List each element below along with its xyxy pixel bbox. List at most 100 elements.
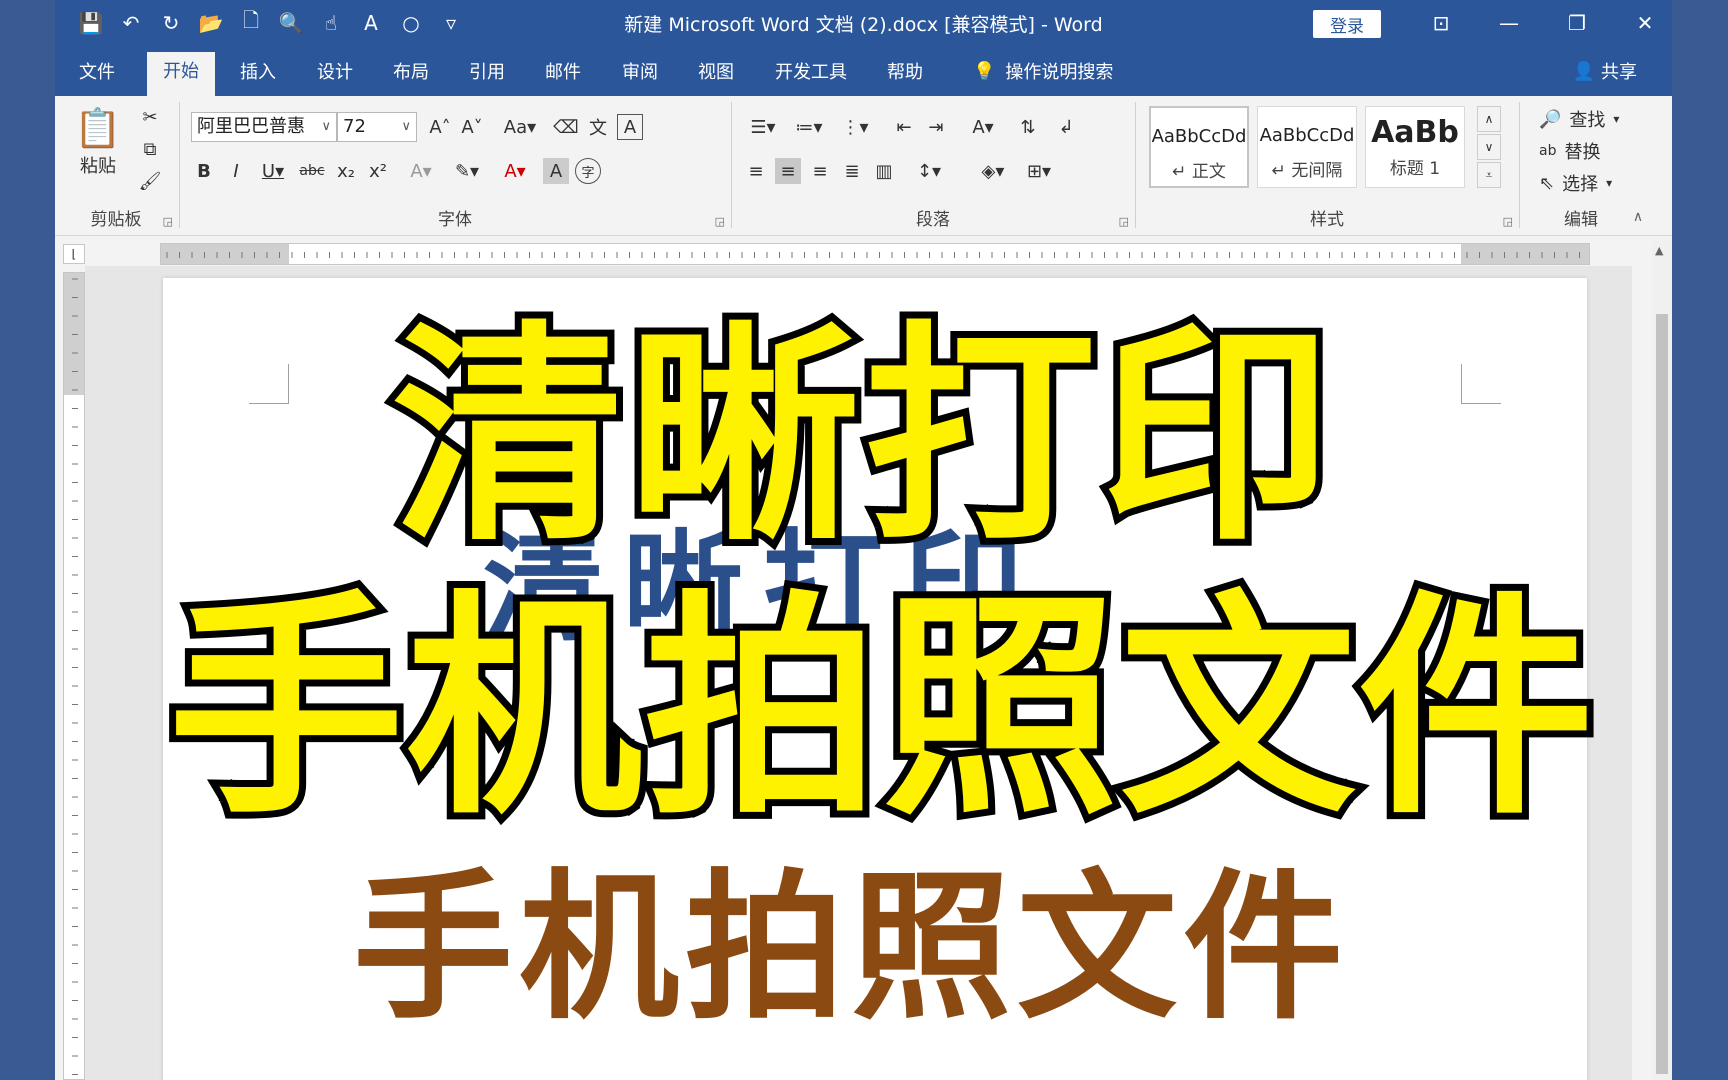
char-border-icon[interactable]: A [617,114,643,140]
editing-group-label: 编辑 [1564,210,1598,230]
clear-format-icon[interactable]: ⌫ [553,114,579,140]
styles-more-icon[interactable]: ⩡ [1477,162,1501,188]
distributed-icon[interactable]: ▥ [871,158,897,184]
font-name-combo[interactable]: 阿里巴巴普惠 ∨ [191,112,337,142]
title-bar: 💾 ↶ ↻ 📂 🗋 🔍 ☝ A ○ ▿ 新建 Microsoft Word 文档… [55,0,1672,48]
tell-me-label: 操作说明搜索 [1005,62,1114,83]
numbering-icon[interactable]: ≔▾ [789,114,829,140]
margin-corner-mark [1461,364,1501,404]
tab-references[interactable]: 引用 [469,58,505,92]
chevron-down-icon: ∨ [401,119,411,134]
sort-icon[interactable]: ⇅ [1015,114,1041,140]
share-button[interactable]: 👤 共享 [1573,58,1637,84]
enclose-char-icon[interactable]: 字 [575,158,601,184]
group-separator [731,102,732,228]
tab-mailings[interactable]: 邮件 [545,58,581,92]
bullets-icon[interactable]: ☰▾ [743,114,783,140]
font-group: 阿里巴巴普惠 ∨ 72 ∨ A˄ A˅ Aa▾ ⌫ 文 A B I U▾ abc… [181,96,729,234]
scroll-up-icon[interactable]: ▲ [1655,244,1663,257]
change-case-icon[interactable]: Aa▾ [499,114,541,140]
format-painter-icon[interactable]: 🖌 [137,168,163,194]
grow-font-icon[interactable]: A˄ [427,114,453,140]
line-spacing-icon[interactable]: ↕▾ [909,158,949,184]
style-normal[interactable]: AaBbCcDd ↵ 正文 [1149,106,1249,188]
font-group-label: 字体 [438,210,472,230]
find-button[interactable]: 🔎 查找 ▾ [1539,106,1619,132]
cut-icon[interactable]: ✂ [137,104,163,130]
dialog-launcher-icon[interactable]: ◲ [1119,215,1129,228]
paste-label[interactable]: 粘贴 [75,154,121,177]
vertical-scrollbar[interactable]: ▲ [1652,240,1672,1080]
ribbon-display-icon[interactable]: ⊡ [1424,8,1458,38]
dialog-launcher-icon[interactable]: ◲ [163,215,173,228]
tab-home[interactable]: 开始 [147,52,215,96]
multilevel-list-icon[interactable]: ⋮▾ [835,114,875,140]
tab-design[interactable]: 设计 [317,58,353,92]
increase-indent-icon[interactable]: ⇥ [923,114,949,140]
ribbon: 📋 粘贴 ✂ ⧉ 🖌 剪贴板 ◲ 阿里巴巴普惠 ∨ 72 ∨ A˄ A˅ Aa▾… [55,96,1672,236]
dialog-launcher-icon[interactable]: ◲ [715,215,725,228]
restore-icon[interactable]: ❐ [1560,8,1594,38]
tab-file[interactable]: 文件 [79,58,115,92]
paragraph-group: ☰▾ ≔▾ ⋮▾ ⇤ ⇥ A▾ ⇅ ↲ ≡ ≡ ≡ ≣ ▥ ↕▾ ◈▾ ⊞▾ 段… [733,96,1133,234]
font-color-icon[interactable]: A▾ [495,158,535,184]
minimize-icon[interactable]: — [1492,8,1526,38]
align-center-icon[interactable]: ≡ [775,158,801,184]
login-button[interactable]: 登录 [1313,10,1381,38]
style-name: ↵ 无间隔 [1271,161,1343,181]
char-shading-icon[interactable]: A [543,158,569,184]
vertical-ruler[interactable] [63,272,85,1080]
borders-icon[interactable]: ⊞▾ [1019,158,1059,184]
chinese-layout-icon[interactable]: A▾ [963,114,1003,140]
text-effects-icon[interactable]: A▾ [403,158,439,184]
tab-developer[interactable]: 开发工具 [775,58,847,92]
styles-up-icon[interactable]: ∧ [1477,106,1501,132]
paste-icon[interactable]: 📋 [73,104,123,152]
subscript-icon[interactable]: x₂ [333,158,359,184]
tab-selector-icon[interactable]: ⌊ [63,244,85,264]
dialog-launcher-icon[interactable]: ◲ [1503,215,1513,228]
styles-down-icon[interactable]: ∨ [1477,134,1501,160]
phonetic-guide-icon[interactable]: 文 [585,114,611,140]
superscript-icon[interactable]: x² [365,158,391,184]
find-label: 查找 [1569,110,1606,131]
strikethrough-icon[interactable]: abc [297,158,327,184]
bold-icon[interactable]: B [191,158,217,184]
chevron-down-icon: ▾ [1606,176,1613,190]
font-name-value: 阿里巴巴普惠 [197,116,305,137]
style-heading-1[interactable]: AaBb 标题 1 [1365,106,1465,188]
underline-icon[interactable]: U▾ [255,158,291,184]
styles-group-label: 样式 [1310,210,1344,230]
replace-label: 替换 [1564,142,1601,163]
style-sample: AaBb [1371,115,1459,150]
justify-icon[interactable]: ≣ [839,158,865,184]
italic-icon[interactable]: I [223,158,249,184]
select-button[interactable]: ⇖ 选择 ▾ [1539,170,1612,196]
search-icon: 🔎 [1539,108,1562,130]
copy-icon[interactable]: ⧉ [137,136,163,162]
tab-insert[interactable]: 插入 [240,58,276,92]
show-marks-icon[interactable]: ↲ [1053,114,1079,140]
tab-review[interactable]: 审阅 [622,58,658,92]
window-controls: ⊡ — ❐ ✕ [1424,8,1662,38]
style-no-spacing[interactable]: AaBbCcDd ↵ 无间隔 [1257,106,1357,188]
align-left-icon[interactable]: ≡ [743,158,769,184]
collapse-ribbon-icon[interactable]: ∧ [1628,207,1648,227]
tab-help[interactable]: 帮助 [887,58,923,92]
tab-view[interactable]: 视图 [698,58,734,92]
replace-button[interactable]: ab 替换 [1539,138,1600,164]
select-label: 选择 [1562,174,1599,195]
chevron-down-icon: ∨ [321,119,331,134]
shading-icon[interactable]: ◈▾ [973,158,1013,184]
editing-group: 🔎 查找 ▾ ab 替换 ⇖ 选择 ▾ 编辑 [1521,96,1641,234]
close-icon[interactable]: ✕ [1628,8,1662,38]
font-size-combo[interactable]: 72 ∨ [337,112,417,142]
align-right-icon[interactable]: ≡ [807,158,833,184]
highlight-icon[interactable]: ✎▾ [447,158,487,184]
tab-layout[interactable]: 布局 [393,58,429,92]
shrink-font-icon[interactable]: A˅ [459,114,485,140]
tell-me-search[interactable]: 💡 操作说明搜索 [973,58,1113,84]
person-icon: 👤 [1572,60,1595,82]
decrease-indent-icon[interactable]: ⇤ [891,114,917,140]
scrollbar-thumb[interactable] [1656,314,1668,1074]
